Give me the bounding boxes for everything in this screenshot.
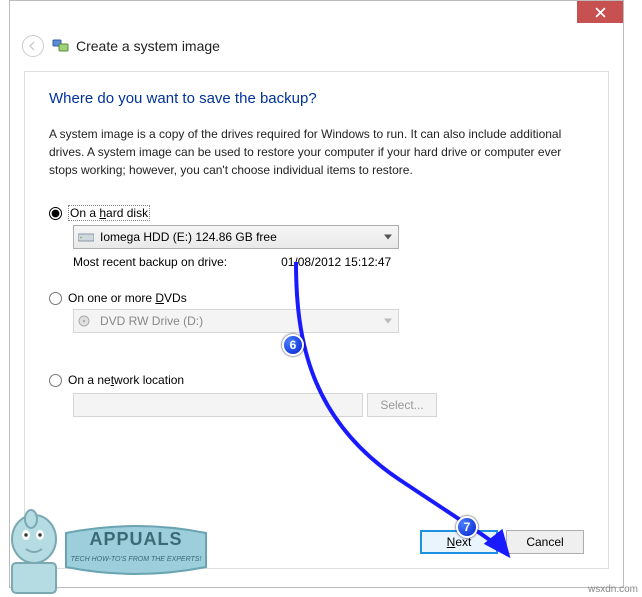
page-description: A system image is a copy of the drives r… (49, 125, 584, 179)
option-dvd: On one or more DVDs DVD RW Drive (D:) (49, 291, 584, 333)
header: Create a system image (10, 29, 623, 71)
radio-network[interactable] (49, 374, 62, 387)
dvd-drive-icon (78, 315, 94, 327)
wizard-window: Create a system image Where do you want … (9, 0, 624, 588)
cancel-button[interactable]: Cancel (506, 530, 584, 554)
radio-hard-disk[interactable] (49, 207, 62, 220)
content-panel: Where do you want to save the backup? A … (24, 71, 609, 569)
last-backup-label: Most recent backup on drive: (73, 255, 227, 269)
close-button[interactable] (577, 1, 623, 23)
next-button[interactable]: Next (420, 530, 498, 554)
back-button[interactable] (22, 35, 44, 57)
dvd-selected: DVD RW Drive (D:) (100, 314, 203, 328)
radio-dvd-label[interactable]: On one or more DVDs (68, 291, 187, 305)
chevron-down-icon (384, 235, 392, 240)
page-heading: Where do you want to save the backup? (49, 90, 584, 107)
network-select-button: Select... (367, 393, 437, 417)
arrow-left-icon (27, 40, 39, 52)
radio-dvd[interactable] (49, 292, 62, 305)
titlebar (10, 1, 623, 29)
network-path-input (73, 393, 363, 417)
dvd-dropdown: DVD RW Drive (D:) (73, 309, 399, 333)
last-backup-value: 01/08/2012 15:12:47 (281, 255, 391, 269)
hard-disk-dropdown[interactable]: Iomega HDD (E:) 124.86 GB free (73, 225, 399, 249)
watermark: wsxdn.com (588, 584, 638, 595)
wizard-footer: Next Cancel (420, 530, 584, 554)
last-backup-info: Most recent backup on drive: 01/08/2012 … (73, 255, 584, 269)
option-hard-disk: On a hard disk Iomega HDD (E:) 124.86 GB… (49, 205, 584, 269)
system-image-icon (52, 37, 70, 55)
chevron-down-icon (384, 319, 392, 324)
close-icon (595, 7, 606, 18)
radio-network-label[interactable]: On a network location (68, 373, 184, 387)
option-network: On a network location Select... (49, 373, 584, 417)
window-title: Create a system image (76, 38, 220, 54)
radio-hard-disk-label[interactable]: On a hard disk (68, 205, 150, 221)
hard-drive-icon (78, 231, 94, 243)
hard-disk-selected: Iomega HDD (E:) 124.86 GB free (100, 230, 277, 244)
